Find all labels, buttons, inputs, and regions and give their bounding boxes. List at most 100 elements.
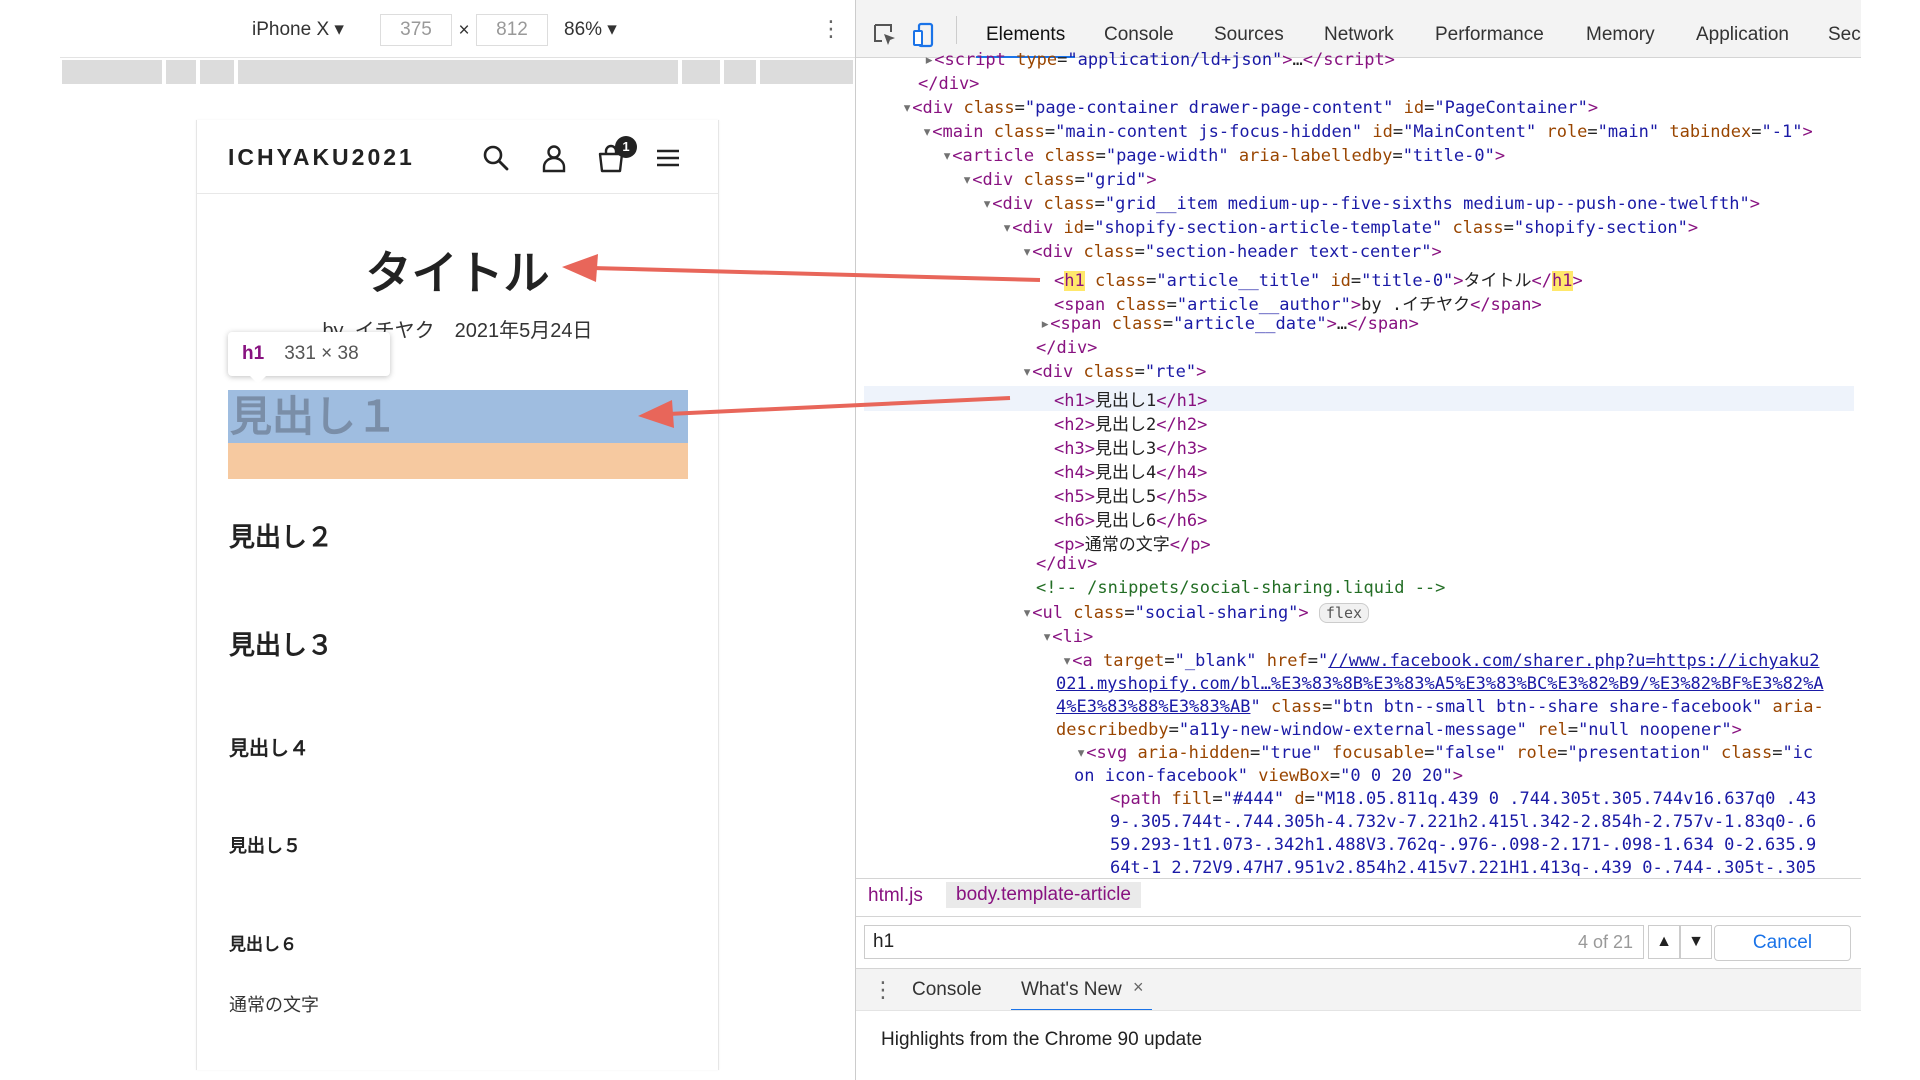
media-query-segment[interactable] (760, 60, 853, 84)
heading-6: 見出し６ (229, 935, 297, 954)
tooltip-arrow (250, 376, 266, 384)
search-previous-button[interactable]: ▲ (1648, 925, 1680, 959)
heading-5: 見出し５ (229, 836, 301, 856)
dom-node[interactable]: <h6>見出し6</h6> (1054, 506, 1207, 531)
dom-node-continued[interactable]: 021.myshopify.com/bl…%E3%83%8B%E3%83%A5%… (1056, 674, 1824, 694)
flex-badge[interactable]: flex (1318, 603, 1370, 623)
device-select[interactable]: iPhone X ▾ (252, 18, 344, 41)
device-emulation-pane: iPhone X ▾ 375 × 812 86% ▾ ⋮ ICHYAKU2021 (0, 0, 855, 1080)
search-next-button[interactable]: ▼ (1680, 925, 1712, 959)
tab-network[interactable]: Network (1324, 24, 1394, 46)
cart-button[interactable]: 1 (595, 136, 637, 174)
dom-node[interactable]: ▾<div class="grid"> (962, 170, 1157, 190)
dom-node[interactable]: ▾<div class="page-container drawer-page-… (902, 98, 1598, 118)
dom-node-continued[interactable]: 9-.305.744t-.744.305h-4.732v-7.221h2.415… (1110, 812, 1816, 832)
hamburger-menu-icon[interactable] (652, 142, 684, 174)
breadcrumb-body[interactable]: body.template-article (946, 882, 1141, 908)
dom-search-input[interactable]: h1 4 of 21 (864, 925, 1644, 959)
dom-node[interactable]: ▾<li> (1042, 627, 1093, 647)
dom-node[interactable]: </div> (1036, 554, 1097, 574)
tab-performance[interactable]: Performance (1435, 24, 1544, 46)
width-input[interactable]: 375 (380, 14, 452, 46)
dom-node[interactable]: ▾<main class="main-content js-focus-hidd… (922, 122, 1813, 142)
dom-node[interactable]: ▾<ul class="social-sharing"> flex (1022, 603, 1370, 623)
zoom-select[interactable]: 86% ▾ (564, 18, 617, 41)
dom-node[interactable]: <h2>見出し2</h2> (1054, 410, 1207, 435)
dom-node-svg[interactable]: ▾<svg aria-hidden="true" focusable="fals… (1076, 743, 1813, 763)
dom-search-query: h1 (873, 931, 895, 952)
dom-node-facebook-link[interactable]: ▾<a target="_blank" href="//www.facebook… (1062, 651, 1820, 671)
phone-viewport: ICHYAKU2021 1 タイトル by .イチヤク 2021年5月24日 見… (196, 120, 719, 1070)
devtools-panel: Elements Console Sources Network Perform… (855, 0, 1861, 1080)
search-result-count: 4 of 21 (1577, 932, 1633, 952)
close-icon[interactable]: × (1133, 977, 1144, 998)
tab-sources[interactable]: Sources (1214, 24, 1284, 46)
device-toolbar-icon[interactable] (912, 22, 938, 48)
dom-node[interactable]: <h4>見出し4</h4> (1054, 458, 1207, 483)
drawer-tab-whats-new[interactable]: What's New (1011, 979, 1152, 1011)
breadcrumb-html[interactable]: html.js (868, 885, 923, 907)
dom-node-continued[interactable]: 4%E3%83%88%E3%83%AB" class="btn btn--sma… (1056, 697, 1824, 717)
tab-security[interactable]: Sec (1828, 24, 1861, 46)
dom-node-article-title[interactable]: <h1 class="article__title" id="title-0">… (1054, 266, 1583, 291)
dom-node[interactable]: ▸<script type="application/ld+json">…</s… (924, 50, 1395, 70)
tooltip-dimensions: 331 × 38 (284, 343, 359, 364)
paragraph-text: 通常の文字 (229, 995, 319, 1015)
drawer-menu-icon[interactable]: ⋮ (872, 977, 894, 1003)
account-icon[interactable] (538, 142, 570, 174)
dom-node[interactable]: ▸<span class="article__date">…</span> (1040, 314, 1419, 334)
whats-new-content: Highlights from the Chrome 90 update (856, 1010, 1861, 1080)
search-icon[interactable] (480, 142, 512, 174)
cancel-search-button[interactable]: Cancel (1714, 925, 1851, 961)
dom-node[interactable]: <span class="article__author">by .イチヤク</… (1054, 290, 1542, 315)
media-query-segment[interactable] (166, 60, 196, 84)
dom-node[interactable]: </div> (1036, 338, 1097, 358)
drawer-tab-console[interactable]: Console (912, 979, 982, 1001)
article-title: タイトル (365, 247, 550, 299)
heading-3: 見出し３ (229, 630, 334, 660)
dom-node[interactable]: <h3>見出し3</h3> (1054, 434, 1207, 459)
height-input[interactable]: 812 (476, 14, 548, 46)
media-query-segment[interactable] (200, 60, 234, 84)
tab-console[interactable]: Console (1104, 24, 1174, 46)
toolbar-divider (956, 16, 957, 44)
inspect-element-icon[interactable] (872, 22, 898, 48)
dom-node[interactable]: ▾<div class="section-header text-center"… (1022, 242, 1442, 262)
media-query-bar[interactable] (62, 58, 853, 86)
dom-comment[interactable]: <!-- /snippets/social-sharing.liquid --> (1036, 578, 1445, 598)
dom-node-selected-h1[interactable]: <h1>見出し1</h1> (864, 386, 1854, 411)
drawer-tab-bar: ⋮ Console What's New × (856, 968, 1861, 1011)
heading-1: 見出し１ (230, 393, 399, 440)
media-query-segment[interactable] (682, 60, 720, 84)
heading-4: 見出し４ (229, 738, 309, 760)
media-query-segment[interactable] (724, 60, 756, 84)
tooltip-tag: h1 (242, 343, 265, 364)
media-query-segment[interactable] (62, 60, 162, 84)
tab-memory[interactable]: Memory (1586, 24, 1655, 46)
dom-node[interactable]: ▾<div class="grid__item medium-up--five-… (982, 194, 1760, 214)
more-options-icon[interactable]: ⋮ (820, 16, 842, 42)
dom-node[interactable]: ▾<article class="page-width" aria-labell… (942, 146, 1505, 166)
dom-node[interactable]: <h5>見出し5</h5> (1054, 482, 1207, 507)
dom-node-continued[interactable]: describedby="a11y-new-window-external-me… (1056, 720, 1742, 740)
dom-node-continued[interactable]: 59.293-1t1.073-.342h1.488V3.762q-.976-.0… (1110, 835, 1816, 855)
whats-new-headline[interactable]: Highlights from the Chrome 90 update (881, 1029, 1202, 1050)
dom-node[interactable]: <p>通常の文字</p> (1054, 530, 1211, 555)
breadcrumb: html.js body.template-article (856, 878, 1861, 916)
dom-node[interactable]: </div> (918, 74, 979, 94)
tab-elements[interactable]: Elements (975, 24, 1076, 58)
heading-2: 見出し２ (229, 522, 334, 552)
dom-node-path[interactable]: <path fill="#444" d="M18.05.811q.439 0 .… (1110, 789, 1816, 809)
site-logo[interactable]: ICHYAKU2021 (228, 144, 415, 171)
device-toolbar: iPhone X ▾ 375 × 812 86% ▾ ⋮ (60, 0, 855, 58)
dom-node[interactable]: ▾<div class="rte"> (1022, 362, 1206, 382)
dom-node[interactable]: ▾<div id="shopify-section-article-templa… (1002, 218, 1698, 238)
tab-application[interactable]: Application (1696, 24, 1789, 46)
times-label: × (458, 20, 470, 41)
dom-tree[interactable]: ▸<script type="application/ld+json">…</s… (856, 50, 1861, 876)
media-query-segment[interactable] (238, 60, 678, 84)
cart-count-badge: 1 (615, 136, 637, 158)
site-header: ICHYAKU2021 1 (197, 120, 718, 194)
dom-node-continued[interactable]: 64t-1 2.72V9.47H7.951v2.854h2.415v7.221H… (1110, 858, 1816, 876)
dom-node-continued[interactable]: on icon-facebook" viewBox="0 0 20 20"> (1074, 766, 1463, 786)
